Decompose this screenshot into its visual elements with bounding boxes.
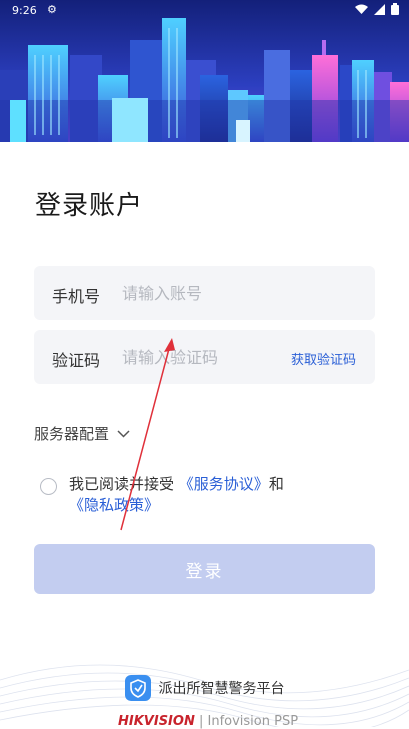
platform-info: 派出所智慧警务平台 <box>0 675 409 701</box>
signal-icon <box>374 3 385 15</box>
status-time: 9:26 <box>12 4 37 17</box>
settings-notification-icon: ⚙ <box>47 3 57 16</box>
annotation-arrow <box>120 338 175 531</box>
login-button[interactable]: 登录 <box>34 544 375 594</box>
shield-logo-icon <box>124 675 151 701</box>
wifi-icon <box>355 4 368 14</box>
battery-icon <box>391 3 399 15</box>
status-bar: 9:26 ⚙ <box>0 0 409 22</box>
status-icons <box>355 3 399 15</box>
platform-name: 派出所智慧警务平台 <box>158 681 285 697</box>
